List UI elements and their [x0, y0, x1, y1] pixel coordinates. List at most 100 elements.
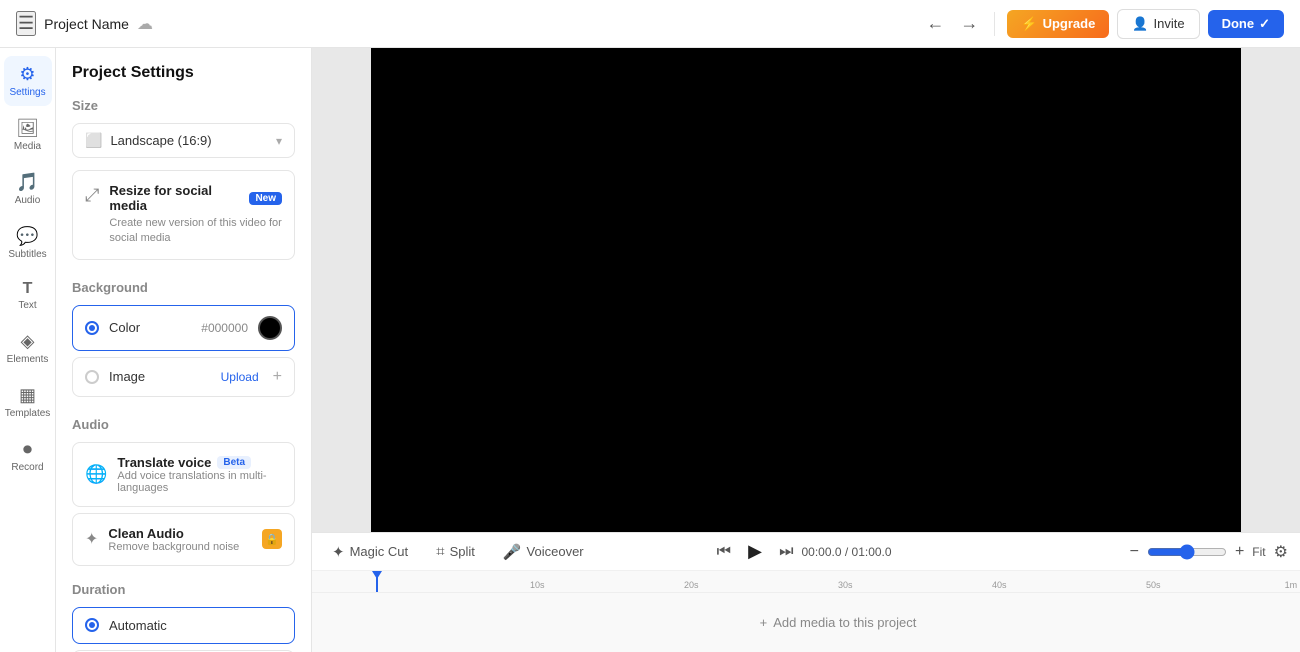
clean-audio-desc: Remove background noise [108, 541, 252, 553]
skip-forward-button[interactable]: ⏭ [779, 543, 793, 561]
magic-cut-tool[interactable]: ✦ Magic Cut [324, 539, 416, 565]
record-label: Record [11, 462, 43, 473]
panel-title: Project Settings [72, 64, 295, 82]
clean-audio-card[interactable]: ✦ Clean Audio Remove background noise 🔒 [72, 513, 295, 566]
invite-icon: 👤 [1132, 16, 1148, 32]
resize-card[interactable]: ⤢ Resize for social media New Create new… [72, 170, 295, 260]
elements-label: Elements [7, 354, 49, 365]
timeline-right-controls: − + Fit ⚙ [1130, 542, 1288, 562]
play-button[interactable]: ▶ [739, 536, 771, 568]
elements-icon: ◈ [21, 331, 35, 352]
sidebar-item-elements[interactable]: ◈ Elements [4, 323, 52, 373]
clean-audio-title: Clean Audio [108, 526, 252, 541]
icon-sidebar: ⚙ Settings 🖼 Media 🎵 Audio 💬 Subtitles T… [0, 48, 56, 652]
settings-icon: ⚙ [19, 64, 35, 85]
settings-panel: Project Settings Size ⬜ Landscape (16:9)… [56, 48, 312, 652]
ruler-mark-10s: 10s [530, 580, 545, 590]
sidebar-item-settings[interactable]: ⚙ Settings [4, 56, 52, 106]
clean-audio-icon: ✦ [85, 529, 98, 549]
translate-icon: 🌐 [85, 464, 107, 485]
sidebar-item-record[interactable]: ⏺ Record [4, 431, 52, 481]
current-time: 00:00.0 / 01:00.0 [801, 545, 891, 559]
image-radio-card[interactable]: Image Upload + [72, 357, 295, 397]
done-label: Done [1222, 16, 1255, 31]
invite-label: Invite [1154, 16, 1185, 31]
add-media-plus-icon: + [760, 615, 768, 630]
top-bar-actions: ← → ⚡ Upgrade 👤 Invite Done ✓ [922, 9, 1284, 39]
add-media-button[interactable]: + Add media to this project [760, 615, 917, 630]
color-hex-value: #000000 [201, 321, 248, 335]
media-icon: 🖼 [16, 118, 39, 139]
split-tool[interactable]: ⌗ Split [428, 539, 483, 564]
size-value: Landscape (16:9) [110, 133, 211, 148]
subtitles-label: Subtitles [8, 249, 46, 260]
new-badge: New [249, 192, 282, 205]
settings-label: Settings [9, 87, 45, 98]
color-swatch[interactable] [258, 316, 282, 340]
fit-button[interactable]: Fit [1252, 545, 1265, 559]
upgrade-button[interactable]: ⚡ Upgrade [1007, 10, 1109, 38]
upload-label[interactable]: Upload [221, 370, 259, 384]
color-radio-circle [85, 321, 99, 335]
landscape-icon: ⬜ [85, 132, 102, 149]
zoom-out-button[interactable]: − [1130, 543, 1139, 561]
done-button[interactable]: Done ✓ [1208, 10, 1284, 38]
background-section-title: Background [72, 280, 295, 295]
invite-button[interactable]: 👤 Invite [1117, 9, 1199, 39]
sidebar-item-templates[interactable]: ▦ Templates [4, 377, 52, 427]
magic-cut-label: Magic Cut [350, 544, 409, 559]
translate-voice-card[interactable]: 🌐 Translate voice Beta Add voice transla… [72, 442, 295, 507]
text-label: Text [18, 300, 36, 311]
top-bar-left: ☰ Project Name ☁ [16, 11, 914, 36]
voiceover-tool[interactable]: 🎤 Voiceover [495, 539, 592, 565]
ruler-mark-50s: 50s [1146, 580, 1161, 590]
top-bar: ☰ Project Name ☁ ← → ⚡ Upgrade 👤 Invite … [0, 0, 1300, 48]
media-label: Media [14, 141, 41, 152]
text-icon: T [23, 280, 33, 298]
ruler-mark-1m: 1m [1285, 580, 1298, 590]
duration-section-title: Duration [72, 582, 295, 597]
video-canvas [371, 48, 1241, 532]
split-icon: ⌗ [436, 543, 444, 560]
zoom-in-button[interactable]: + [1235, 543, 1244, 561]
add-media-label: Add media to this project [773, 615, 916, 630]
sidebar-item-text[interactable]: T Text [4, 272, 52, 319]
zoom-slider[interactable] [1147, 544, 1227, 560]
sidebar-item-audio[interactable]: 🎵 Audio [4, 164, 52, 214]
timeline-settings-button[interactable]: ⚙ [1274, 542, 1288, 562]
translate-title: Translate voice Beta [117, 455, 282, 470]
upgrade-label: Upgrade [1043, 16, 1096, 31]
redo-button[interactable]: → [956, 9, 982, 38]
audio-section-title: Audio [72, 417, 295, 432]
audio-icon: 🎵 [16, 172, 38, 193]
background-section: Background Color #000000 Image Upload + [72, 280, 295, 397]
beta-badge: Beta [217, 456, 251, 469]
translate-desc: Add voice translations in multi-language… [117, 470, 282, 494]
timeline-tracks: + Add media to this project [312, 593, 1300, 652]
sidebar-item-media[interactable]: 🖼 Media [4, 110, 52, 160]
automatic-radio-card[interactable]: Automatic [72, 607, 295, 644]
hamburger-button[interactable]: ☰ [16, 11, 36, 36]
video-preview [312, 48, 1300, 532]
size-dropdown[interactable]: ⬜ Landscape (16:9) ▾ [72, 123, 295, 158]
duration-section: Duration Automatic Fixed 01:00.0 [72, 582, 295, 652]
plus-icon[interactable]: + [273, 368, 282, 386]
voiceover-label: Voiceover [527, 544, 584, 559]
skip-back-button[interactable]: ⏮ [717, 543, 731, 561]
automatic-radio-circle [85, 618, 99, 632]
undo-button[interactable]: ← [922, 9, 948, 38]
sidebar-item-subtitles[interactable]: 💬 Subtitles [4, 218, 52, 268]
templates-label: Templates [5, 408, 51, 419]
timeline-toolbar: ✦ Magic Cut ⌗ Split 🎤 Voiceover ⏮ ▶ ⏭ [312, 533, 1300, 571]
timeline-ruler: 10s 20s 30s 40s 50s 1m [312, 571, 1300, 593]
subtitles-icon: 💬 [16, 226, 38, 247]
ruler-marks-container: 10s 20s 30s 40s 50s 1m [376, 571, 1300, 592]
ruler-marks: 10s 20s 30s 40s 50s 1m [376, 571, 1300, 592]
project-name: Project Name [44, 16, 129, 32]
ruler-mark-30s: 30s [838, 580, 853, 590]
image-radio-circle [85, 370, 99, 384]
translate-card-content: Translate voice Beta Add voice translati… [117, 455, 282, 494]
color-radio-card[interactable]: Color #000000 [72, 305, 295, 351]
playhead-line [376, 571, 378, 592]
clean-audio-content: Clean Audio Remove background noise [108, 526, 252, 553]
